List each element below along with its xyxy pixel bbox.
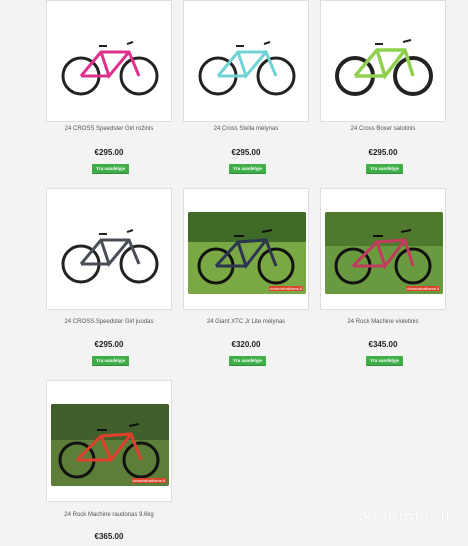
availability-badge: Yra sandėlyje [366,164,404,174]
product-price: €295.00 [231,148,261,157]
availability-badge: Yra sandėlyje [92,164,130,174]
watermark: dviraciaivaikams.lt [131,478,166,483]
product-image[interactable] [325,24,443,106]
bicycle-icon [188,212,306,294]
product-image[interactable] [51,212,169,294]
availability-badge: Yra sandėlyje [366,356,404,366]
product-image[interactable]: dviraciaivaikams.lt [51,404,169,486]
product-name[interactable]: 24 CROSS Speedster Girl juodas [46,319,172,325]
product-price: €320.00 [231,340,261,349]
watermark: dviraciaivaikams.lt [268,286,303,291]
availability-badge: Yra sandėlyje [92,356,130,366]
product-name[interactable]: 24 CROSS Speedster Girl rožinis [46,126,172,132]
product-image[interactable]: dviraciaivaikams.lt [188,212,306,294]
product-card[interactable] [320,0,446,122]
bicycle-icon [335,39,433,96]
product-name[interactable]: 24 Rock Machine violetinis [320,319,446,325]
product-name[interactable]: 24 Rock Machine raudonas 9.6kg [46,512,172,518]
availability-badge: Yra sandėlyje [229,356,267,366]
bicycle-icon [325,212,443,294]
availability-badge: Yra sandėlyje [229,164,267,174]
bicycle-icon [61,229,159,284]
site-logo: skelbimai.lt [354,507,452,526]
product-image[interactable] [188,24,306,106]
product-card[interactable] [46,188,172,310]
product-card[interactable]: dviraciaivaikams.lt [46,380,172,502]
product-card[interactable] [46,0,172,122]
product-price: €295.00 [368,148,398,157]
product-name[interactable]: 24 Giant XTC Jr Lite mėlynas [183,319,309,325]
product-image[interactable]: dviraciaivaikams.lt [325,212,443,294]
product-name[interactable]: 24 Cross Boxer salotinis [320,126,446,132]
product-image[interactable] [51,24,169,106]
product-card[interactable]: dviraciaivaikams.lt [183,188,309,310]
product-price: €295.00 [94,340,124,349]
bicycle-icon [198,41,296,96]
watermark: dviraciaivaikams.lt [405,286,440,291]
product-price: €295.00 [94,148,124,157]
product-card[interactable]: dviraciaivaikams.lt [320,188,446,310]
bicycle-icon [61,41,159,96]
product-price: €345.00 [368,340,398,349]
product-name[interactable]: 24 Cross Stella mėlynas [183,126,309,132]
product-price: €365.00 [94,532,124,541]
product-card[interactable] [183,0,309,122]
bicycle-icon [51,404,169,486]
